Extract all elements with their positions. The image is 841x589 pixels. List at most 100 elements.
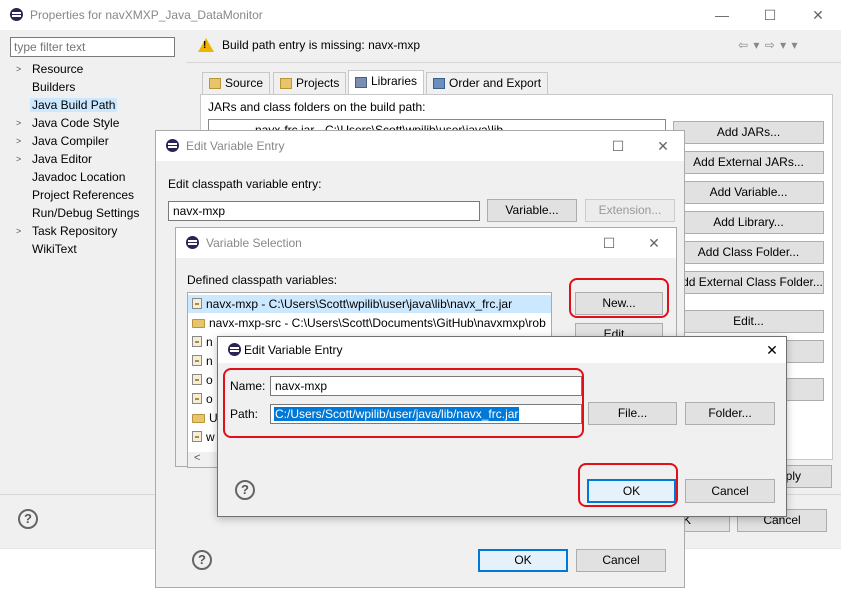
folder-icon <box>192 319 205 328</box>
scroll-left-icon[interactable]: < <box>194 452 200 464</box>
window-title: Properties for navXMXP_Java_DataMonitor <box>30 8 263 22</box>
path-selected-text: C:/Users/Scott/wpilib/user/java/lib/navx… <box>274 407 520 421</box>
tree-item[interactable]: Project References <box>32 188 134 202</box>
edit-variable-entry-dialog: Edit Variable Entry ✕ Name: navx-mxp Pat… <box>217 336 787 517</box>
close-button[interactable]: ✕ <box>651 135 675 157</box>
eclipse-icon <box>10 8 23 21</box>
tree-item[interactable]: WikiText <box>32 242 77 256</box>
tab-libraries-label: Libraries <box>371 74 418 88</box>
close-button[interactable]: ✕ <box>806 4 830 26</box>
tab-source[interactable]: Source <box>202 72 271 94</box>
tree-item[interactable]: Java Editor <box>32 152 92 166</box>
project-folder-icon <box>280 78 292 89</box>
add-external-jars-button[interactable]: Add External JARs... <box>673 151 824 174</box>
libraries-books-icon <box>355 77 367 88</box>
add-class-folder-button[interactable]: Add Class Folder... <box>673 241 824 264</box>
add-external-class-folder-button[interactable]: Add External Class Folder... <box>673 271 824 294</box>
add-library-button[interactable]: Add Library... <box>673 211 824 234</box>
tab-projects[interactable]: Projects <box>273 72 347 94</box>
tree-expand-icon[interactable]: > <box>16 226 21 236</box>
header-divider <box>186 62 841 63</box>
list-scrollbar[interactable]: < <box>188 452 218 467</box>
classpath-variable-input[interactable]: navx-mxp <box>168 201 480 221</box>
folder-icon <box>192 414 205 423</box>
edit-variable-titlebar: Edit Variable Entry ✕ <box>218 337 786 363</box>
extension-button: Extension... <box>585 199 675 222</box>
defined-variables-label: Defined classpath variables: <box>187 273 338 287</box>
cancel-button[interactable]: Cancel <box>576 549 666 572</box>
eclipse-icon <box>186 236 199 249</box>
jar-icon <box>192 355 202 366</box>
list-item[interactable]: navx-mxp - C:\Users\Scott\wpilib\user\ja… <box>188 295 551 313</box>
tree-item[interactable]: Run/Debug Settings <box>32 206 139 220</box>
maximize-button[interactable]: ☐ <box>758 4 782 26</box>
back-dialog-title: Edit Variable Entry <box>186 139 285 153</box>
close-button[interactable]: ✕ <box>642 232 666 254</box>
tree-item[interactable]: Java Code Style <box>32 116 119 130</box>
tree-expand-icon[interactable]: > <box>16 64 21 74</box>
ok-button[interactable]: OK <box>478 549 568 572</box>
jar-icon <box>192 374 202 385</box>
jars-label: JARs and class folders on the build path… <box>208 100 426 114</box>
jar-icon <box>192 431 202 442</box>
edit-button[interactable]: Edit... <box>673 310 824 333</box>
tree-item[interactable]: Java Compiler <box>32 134 109 148</box>
tab-order-export-label: Order and Export <box>449 76 542 90</box>
filter-input[interactable] <box>10 37 175 57</box>
warning-mark: ! <box>203 40 207 51</box>
tree-item[interactable]: Resource <box>32 62 83 76</box>
list-item-label: o <box>206 392 213 406</box>
properties-titlebar: Properties for navXMXP_Java_DataMonitor … <box>0 0 841 30</box>
tree-item[interactable]: Javadoc Location <box>32 170 125 184</box>
path-label: Path: <box>230 407 259 421</box>
source-folder-icon <box>209 78 221 89</box>
tab-libraries[interactable]: Libraries <box>348 70 425 95</box>
back-dialog-titlebar: Edit Variable Entry ☐ ✕ <box>156 131 684 161</box>
maximize-button[interactable]: ☐ <box>606 135 630 157</box>
new-variable-button[interactable]: New... <box>575 292 663 315</box>
warning-text: Build path entry is missing: navx-mxp <box>222 38 421 52</box>
list-item-label: o <box>206 373 213 387</box>
minimize-button[interactable]: — <box>710 4 734 26</box>
tree-item[interactable]: Builders <box>32 80 75 94</box>
tab-source-label: Source <box>225 76 264 90</box>
maximize-button[interactable]: ☐ <box>597 232 621 254</box>
jar-icon <box>192 393 202 404</box>
help-icon[interactable]: ? <box>18 509 38 529</box>
order-export-icon <box>433 78 445 89</box>
name-label: Name: <box>230 379 266 393</box>
list-item-label: w <box>206 430 215 444</box>
variable-selection-titlebar: Variable Selection ☐ ✕ <box>176 228 676 258</box>
eclipse-icon <box>166 139 179 152</box>
path-field[interactable]: C:/Users/Scott/wpilib/user/java/lib/navx… <box>270 404 582 424</box>
list-item-label: n <box>206 335 213 349</box>
list-item-label: n <box>206 354 213 368</box>
variable-selection-title: Variable Selection <box>206 236 302 250</box>
help-icon[interactable]: ? <box>192 550 212 570</box>
tree-expand-icon[interactable]: > <box>16 118 21 128</box>
tab-order-export[interactable]: Order and Export <box>426 72 549 94</box>
jar-icon <box>192 336 202 347</box>
cancel-button[interactable]: Cancel <box>685 479 775 503</box>
ok-button[interactable]: OK <box>587 479 676 503</box>
name-field[interactable]: navx-mxp <box>270 376 582 396</box>
list-item[interactable]: navx-mxp-src - C:\Users\Scott\Documents\… <box>188 314 551 332</box>
add-variable-button[interactable]: Add Variable... <box>673 181 824 204</box>
list-item-label: navx-mxp - C:\Users\Scott\wpilib\user\ja… <box>206 297 513 311</box>
file-button[interactable]: File... <box>588 402 677 425</box>
tree-item[interactable]: Java Build Path <box>30 98 118 112</box>
tree-expand-icon[interactable]: > <box>16 154 21 164</box>
tree-item[interactable]: Task Repository <box>32 224 117 238</box>
classpath-prompt: Edit classpath variable entry: <box>168 177 322 191</box>
tree-expand-icon[interactable]: > <box>16 136 21 146</box>
list-item-label: navx-mxp-src - C:\Users\Scott\Documents\… <box>209 316 546 330</box>
close-button[interactable]: ✕ <box>760 339 784 361</box>
nav-arrows[interactable]: ⇦ ▾ ⇨ ▾ ▾ <box>738 38 799 52</box>
help-icon[interactable]: ? <box>235 480 255 500</box>
jar-icon <box>192 298 202 309</box>
edit-variable-title: Edit Variable Entry <box>244 343 343 357</box>
folder-button[interactable]: Folder... <box>685 402 775 425</box>
variable-button[interactable]: Variable... <box>487 199 577 222</box>
add-jars-button[interactable]: Add JARs... <box>673 121 824 144</box>
tab-projects-label: Projects <box>296 76 340 90</box>
